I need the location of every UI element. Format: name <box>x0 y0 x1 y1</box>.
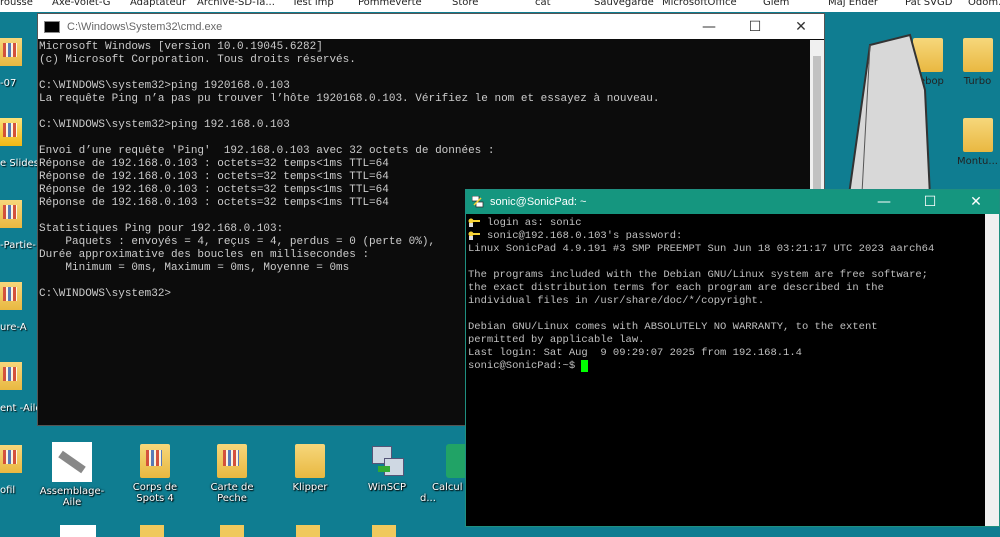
folder-icon[interactable] <box>372 525 396 537</box>
desktop-icon-assemblage-aile[interactable]: Assemblage-Aile <box>37 442 107 508</box>
winscp-icon <box>370 444 404 478</box>
desktop-icon-label[interactable]: e Slides <box>0 158 39 169</box>
desktop-icon-label[interactable]: Pommeverte <box>358 0 422 8</box>
desktop-icon-label[interactable]: Adaptateur <box>130 0 186 8</box>
putty-scrollbar[interactable] <box>985 214 999 526</box>
console-line: La requête Ping n’a pas pu trouver l’hôt… <box>39 93 660 105</box>
desktop-icon-carte-de-peche[interactable]: Carte de Peche <box>197 444 267 504</box>
folder-icon <box>295 444 325 478</box>
terminal-line: sonic@192.168.0.103's password: <box>468 230 985 243</box>
desktop-icon-label: Corps de Spots 4 <box>132 482 178 504</box>
console-line: Envoi d’une requête 'Ping' 192.168.0.103… <box>39 145 495 157</box>
minimize-button[interactable]: — <box>686 14 732 39</box>
terminal-line: login as: sonic <box>468 217 985 230</box>
putty-window-title: sonic@SonicPad: ~ <box>490 196 587 208</box>
key-icon <box>468 218 480 228</box>
desktop-icon-label[interactable]: Sauvegarde <box>594 0 654 8</box>
close-button[interactable]: ✕ <box>778 14 824 39</box>
terminal-cursor <box>581 360 589 372</box>
desktop-icon-label[interactable]: Axe-volet-G <box>52 0 111 8</box>
desktop-top-strip: rousse Axe-volet-G Adaptateur Archive-SD… <box>0 0 1000 12</box>
desktop-icon-montu[interactable]: Montu... <box>955 118 1000 167</box>
desktop-icon-label: WinSCP <box>367 482 407 493</box>
desktop-icon-label[interactable]: -Partie-1 <box>0 240 42 251</box>
desktop-icon-calcul[interactable]: Calcul d... <box>420 444 466 504</box>
console-line: C:\WINDOWS\system32>ping 1920168.0.103 <box>39 80 290 92</box>
cmd-icon <box>44 20 60 33</box>
folder-icon <box>962 38 993 72</box>
key-icon <box>468 231 480 241</box>
putty-terminal[interactable]: login as: sonic sonic@192.168.0.103's pa… <box>467 215 985 526</box>
desktop-icon-label[interactable]: ure-A <box>0 322 27 333</box>
desktop-icon-label[interactable]: ent -Aile <box>0 403 42 414</box>
file-icon[interactable] <box>60 525 96 537</box>
folder-icon[interactable] <box>296 525 320 537</box>
folder-icon <box>140 444 170 478</box>
desktop-icon-label: Turbo <box>963 76 992 87</box>
putty-window[interactable]: sonic@SonicPad: ~ — ☐ ✕ login as: sonic … <box>465 189 1000 527</box>
folder-icon[interactable] <box>0 362 22 390</box>
console-line: C:\WINDOWS\system32>ping 192.168.0.103 <box>39 119 290 131</box>
desktop-icon-label[interactable]: MicrosoftOffice <box>662 0 737 8</box>
console-line: Microsoft Windows [version 10.0.19045.62… <box>39 41 323 53</box>
folder-icon[interactable] <box>0 445 22 473</box>
folder-icon[interactable] <box>220 525 244 537</box>
console-line: Réponse de 192.168.0.103 : octets=32 tem… <box>39 171 389 183</box>
spreadsheet-icon <box>446 444 466 478</box>
terminal-line: The programs included with the Debian GN… <box>468 269 928 281</box>
desktop-icon-label[interactable]: -07 <box>0 78 16 89</box>
console-line: Réponse de 192.168.0.103 : octets=32 tem… <box>39 158 389 170</box>
desktop-icon-label: Calcul d... <box>420 482 463 504</box>
folder-icon <box>962 118 993 152</box>
desktop-icon-label[interactable]: Maj Ender <box>828 0 878 8</box>
terminal-prompt[interactable]: sonic@SonicPad:~$ <box>468 360 985 373</box>
cmd-window-title: C:\Windows\System32\cmd.exe <box>67 20 223 33</box>
terminal-line: permitted by applicable law. <box>468 334 645 346</box>
desktop-icon-label[interactable]: Glem <box>763 0 789 8</box>
desktop-icon-label[interactable]: rousse <box>0 0 33 8</box>
desktop-icon-label[interactable]: ofil <box>0 485 15 496</box>
folder-icon[interactable] <box>0 38 22 66</box>
terminal-line: Linux SonicPad 4.9.191 #3 SMP PREEMPT Su… <box>468 243 935 255</box>
folder-icon[interactable] <box>0 282 22 310</box>
desktop-icon-label[interactable]: cat <box>535 0 551 8</box>
cmd-titlebar[interactable]: C:\Windows\System32\cmd.exe — ☐ ✕ <box>38 14 824 39</box>
desktop-icon-corps-de-spots[interactable]: Corps de Spots 4 <box>120 444 190 504</box>
minimize-button[interactable]: — <box>861 190 907 214</box>
maximize-button[interactable]: ☐ <box>907 190 953 214</box>
folder-icon <box>217 444 247 478</box>
desktop-icon-label: Montu... <box>957 156 998 167</box>
desktop-icon-label: Carte de Peche <box>210 482 254 504</box>
close-button[interactable]: ✕ <box>953 190 999 214</box>
desktop-icon-turbo[interactable]: Turbo <box>955 38 1000 87</box>
desktop-icon-winscp[interactable]: WinSCP <box>352 444 422 493</box>
putty-titlebar[interactable]: sonic@SonicPad: ~ — ☐ ✕ <box>466 190 999 214</box>
desktop-icon-label[interactable]: Store <box>452 0 478 8</box>
terminal-line: Debian GNU/Linux comes with ABSOLUTELY N… <box>468 321 878 333</box>
folder-icon[interactable] <box>140 525 164 537</box>
desktop-icon-label[interactable]: Archive-SD-Ta... <box>197 0 275 8</box>
desktop-icon-label[interactable]: Odom... <box>968 0 1000 8</box>
console-line: (c) Microsoft Corporation. Tous droits r… <box>39 54 356 66</box>
terminal-line: the exact distribution terms for each pr… <box>468 282 884 294</box>
terminal-line: individual files in /usr/share/doc/*/cop… <box>468 295 765 307</box>
desktop-icon-klipper[interactable]: Klipper <box>275 444 345 493</box>
terminal-line: Last login: Sat Aug 9 09:29:07 2025 from… <box>468 347 802 359</box>
putty-icon <box>472 196 484 208</box>
slides-icon[interactable] <box>0 118 22 146</box>
desktop-icon-label[interactable]: Test imp <box>292 0 334 8</box>
desktop-icon-label: Assemblage-Aile <box>39 486 105 508</box>
maximize-button[interactable]: ☐ <box>732 14 778 39</box>
desktop-icon-label: Klipper <box>292 482 328 493</box>
desktop-icon-label[interactable]: Pat SVGD <box>905 0 952 8</box>
part-icon <box>52 442 92 482</box>
folder-icon[interactable] <box>0 200 22 228</box>
